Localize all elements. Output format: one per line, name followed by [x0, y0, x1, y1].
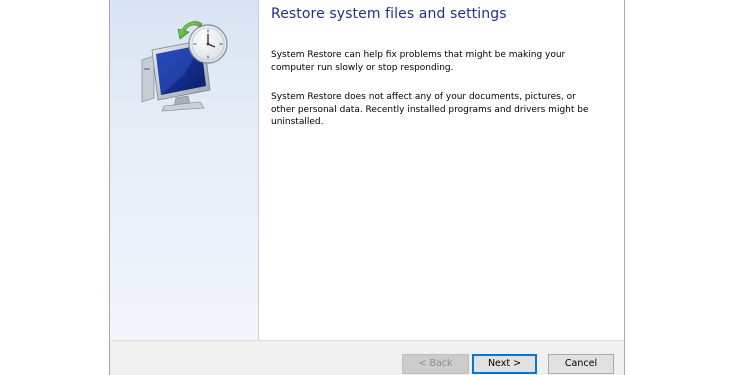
wizard-content: Restore system files and settings System… — [259, 0, 624, 340]
cancel-button[interactable]: Cancel — [548, 354, 614, 374]
intro-paragraph: System Restore can help fix problems tha… — [271, 50, 566, 73]
next-button[interactable]: Next > — [472, 354, 537, 374]
page-title: Restore system files and settings — [271, 6, 507, 22]
system-restore-icon — [141, 21, 228, 112]
info-paragraph: System Restore does not affect any of yo… — [271, 92, 589, 127]
button-bar: < Back Next > Cancel — [110, 340, 624, 375]
page: Restore system files and settings System… — [0, 0, 750, 375]
back-button[interactable]: < Back — [402, 354, 469, 374]
wizard-sidebar — [110, 0, 259, 340]
system-restore-wizard: Restore system files and settings System… — [109, 0, 625, 375]
